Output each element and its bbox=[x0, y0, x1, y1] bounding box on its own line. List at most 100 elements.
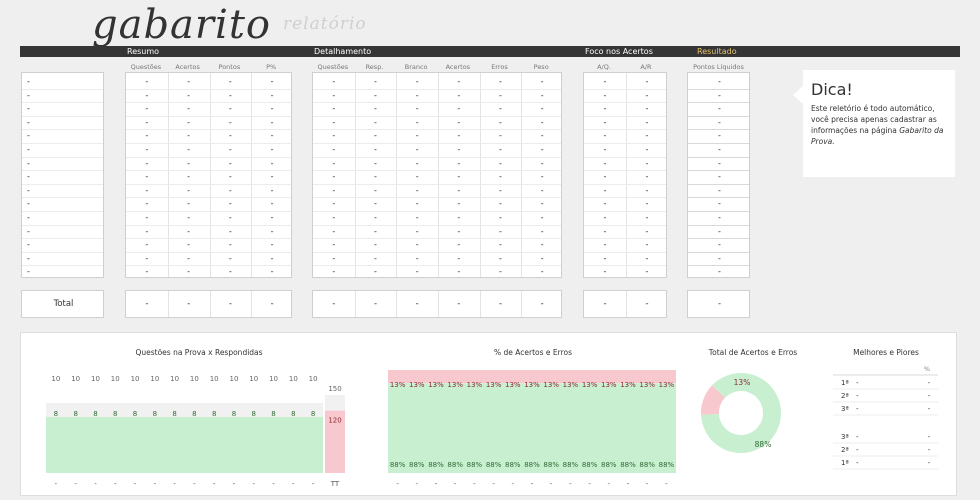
table-cell: - bbox=[457, 131, 461, 141]
table-cell: - bbox=[228, 90, 232, 100]
table-cell: - bbox=[645, 90, 649, 100]
table-cell: - bbox=[499, 213, 502, 222]
x-tick-label: - bbox=[134, 480, 137, 488]
table-cell: - bbox=[540, 240, 544, 250]
table-cell: - bbox=[457, 104, 461, 114]
table-cell[interactable]: - bbox=[27, 265, 104, 279]
table-cell: - bbox=[374, 199, 377, 209]
table-cell: - bbox=[332, 185, 336, 195]
x-tick-label: - bbox=[94, 480, 97, 488]
table-cell: - bbox=[332, 104, 336, 114]
table-cell: - bbox=[603, 185, 607, 195]
table-cell[interactable]: - bbox=[27, 170, 104, 184]
table-cell: - bbox=[145, 172, 149, 182]
table-cell: - bbox=[645, 267, 649, 277]
erros-label: 13% bbox=[409, 381, 425, 389]
table-cell[interactable]: - bbox=[27, 89, 104, 103]
table-cell: - bbox=[187, 240, 191, 250]
table-cell: - bbox=[457, 90, 461, 100]
erros-label: 13% bbox=[639, 381, 655, 389]
x-tick-label: - bbox=[608, 480, 611, 488]
table-cell: - bbox=[718, 90, 721, 100]
table-cell: - bbox=[718, 185, 721, 195]
prova-label: 10 bbox=[190, 375, 199, 383]
table-cell: - bbox=[457, 240, 461, 250]
acertos-label: 88% bbox=[601, 461, 617, 469]
table-cell[interactable]: - bbox=[27, 197, 104, 211]
col-header-resumo-0: Questões bbox=[130, 63, 162, 71]
table-cell: - bbox=[499, 104, 502, 114]
table-cell: - bbox=[603, 240, 607, 250]
total-cell: - bbox=[415, 299, 419, 309]
table-cell: - bbox=[270, 90, 274, 100]
best-value: - bbox=[928, 379, 931, 387]
donut-label-acertos: 88% bbox=[755, 440, 772, 449]
donut-label-erros: 13% bbox=[734, 378, 751, 387]
table-cell: - bbox=[145, 158, 149, 168]
table-cell[interactable]: - bbox=[27, 184, 104, 198]
acertos-label: 88% bbox=[409, 461, 425, 469]
table-cell[interactable]: - bbox=[27, 129, 104, 143]
table-cell[interactable]: - bbox=[27, 211, 104, 225]
table-cell: - bbox=[718, 267, 721, 277]
table-cell: - bbox=[457, 172, 461, 182]
erros-label: 13% bbox=[524, 381, 540, 389]
col-header-resumo-2: Pontos bbox=[218, 63, 241, 71]
erros-label: 13% bbox=[620, 381, 636, 389]
erros-label: 13% bbox=[543, 381, 559, 389]
table-resumo: - - - - - - - - - - - - - - - - - - - - - - - - - - - - - - - - - - - - - - - -… bbox=[125, 72, 292, 278]
best-name: - bbox=[856, 379, 859, 387]
table-cell: - bbox=[187, 90, 191, 100]
table-cell[interactable]: - bbox=[27, 143, 104, 157]
total-resultado: - bbox=[687, 290, 750, 318]
table-cell: - bbox=[415, 90, 419, 100]
respondidas-label: 8 bbox=[73, 410, 77, 418]
table-cell: - bbox=[415, 104, 419, 114]
section-resultado: Resultado bbox=[697, 47, 737, 56]
table-cell: - bbox=[228, 240, 232, 250]
respondidas-label: 8 bbox=[232, 410, 236, 418]
table-cell: - bbox=[187, 213, 191, 222]
table-cell: - bbox=[603, 199, 607, 209]
table-cell[interactable]: - bbox=[27, 116, 104, 130]
table-cell: - bbox=[332, 199, 336, 209]
table-cell: - bbox=[187, 185, 191, 195]
table-cell: - bbox=[499, 172, 502, 182]
table-cell[interactable]: - bbox=[27, 252, 104, 266]
table-cell[interactable]: - bbox=[27, 75, 104, 89]
table-cell: - bbox=[270, 213, 274, 222]
table-cell: - bbox=[145, 131, 149, 141]
x-tick-label: - bbox=[74, 480, 77, 488]
table-cell: - bbox=[540, 90, 544, 100]
table-cell: - bbox=[499, 253, 502, 263]
table-cell: - bbox=[603, 104, 607, 114]
table-cell[interactable]: - bbox=[27, 157, 104, 171]
table-cell[interactable]: - bbox=[27, 225, 104, 239]
table-cell: - bbox=[645, 131, 649, 141]
respondidas-label: 8 bbox=[311, 410, 315, 418]
table-cell: - bbox=[540, 185, 544, 195]
table-cell[interactable]: - bbox=[27, 102, 104, 116]
table-cell: - bbox=[718, 240, 721, 250]
table-cell: - bbox=[374, 172, 377, 182]
table-cell: - bbox=[718, 117, 721, 127]
table-cell: - bbox=[415, 226, 419, 236]
prova-label: 10 bbox=[150, 375, 159, 383]
total-cell: - bbox=[457, 299, 461, 309]
x-tick-label: - bbox=[665, 480, 668, 488]
worst-rank: 2ª bbox=[841, 446, 849, 454]
table-cell: - bbox=[415, 185, 419, 195]
table-cell: - bbox=[540, 199, 544, 209]
table-cell: - bbox=[332, 131, 336, 141]
table-cell: - bbox=[332, 90, 336, 100]
table-cell: - bbox=[228, 104, 232, 114]
table-cell: - bbox=[415, 117, 419, 127]
best-value: - bbox=[928, 392, 931, 400]
tt-prova-label: 150 bbox=[328, 385, 341, 393]
col-header-detalhamento-5: Peso bbox=[533, 63, 549, 71]
table-cell[interactable]: - bbox=[27, 238, 104, 252]
table-cell: - bbox=[645, 172, 649, 182]
x-tick-label: - bbox=[55, 480, 58, 488]
total-foco: -- bbox=[583, 290, 667, 318]
table-cell: - bbox=[540, 77, 544, 86]
